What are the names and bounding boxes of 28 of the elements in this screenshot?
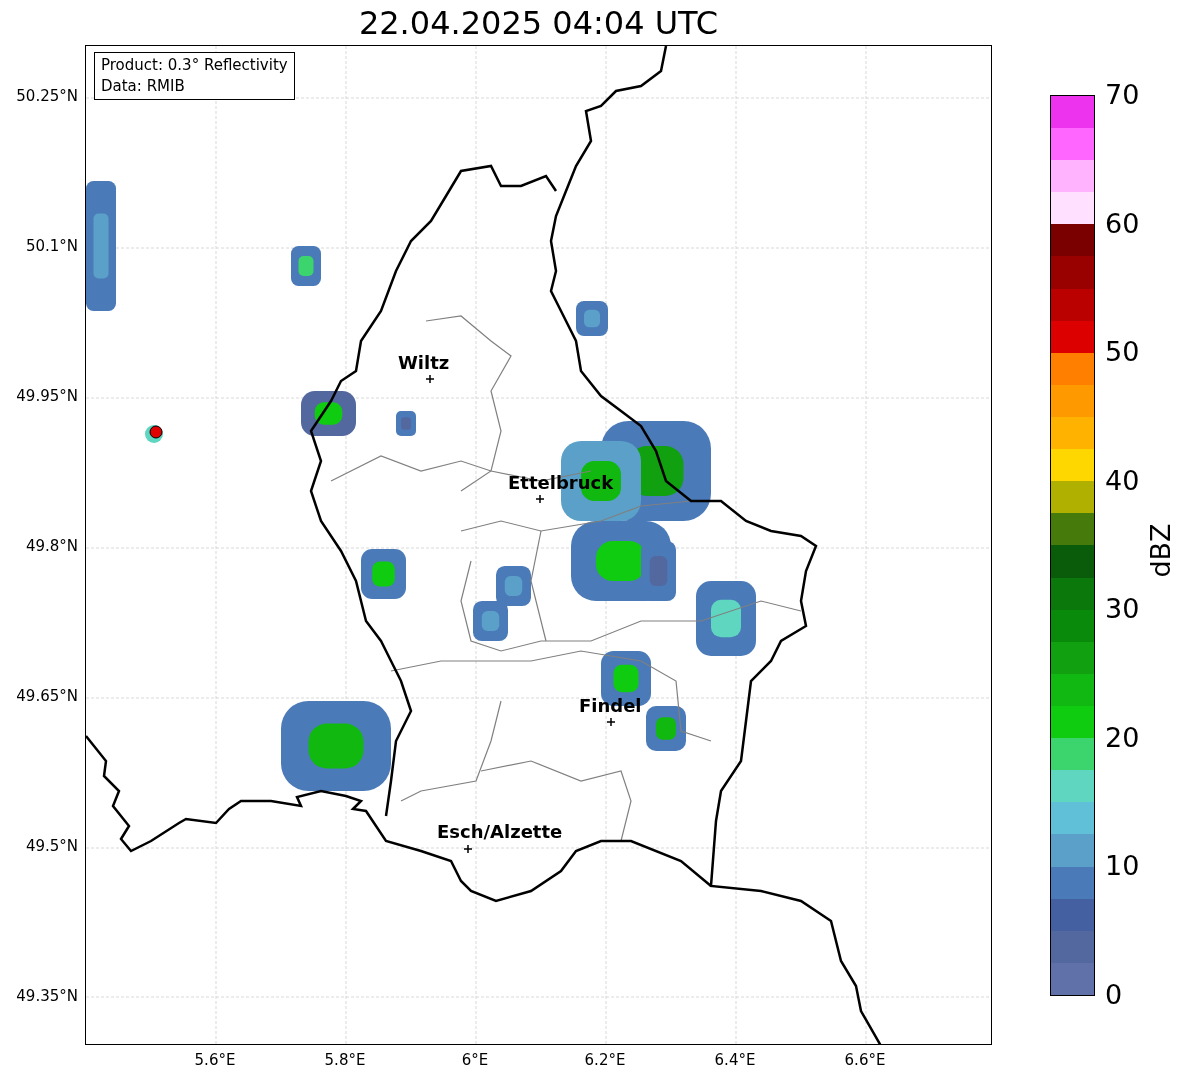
colorbar-tick-label: 60 <box>1105 209 1140 237</box>
latitude-label: 49.95°N <box>16 389 78 404</box>
latitude-label: 49.65°N <box>16 689 78 704</box>
latitude-label: 50.25°N <box>16 89 78 104</box>
longitude-label: 5.8°E <box>324 1053 366 1068</box>
info-text: Product: 0.3° Reflectivity <box>101 55 288 76</box>
colorbar-tick-label: 50 <box>1105 338 1140 366</box>
longitude-label: 6.2°E <box>584 1053 626 1068</box>
longitude-label: 6.6°E <box>844 1053 886 1068</box>
colorbar-tick-label: 10 <box>1105 852 1140 880</box>
latitude-label: 49.35°N <box>16 989 78 1004</box>
latitude-label: 49.5°N <box>25 839 78 854</box>
colorbar-tick-label: 30 <box>1105 595 1140 623</box>
place-label: Ettelbruck <box>508 474 614 492</box>
colorbar-tick-label: 70 <box>1105 81 1140 108</box>
place-label: Esch/Alzette <box>437 823 563 841</box>
colorbar-axis-label: dBZ <box>1146 522 1174 578</box>
colorbar-tick-label: 0 <box>1105 981 1123 1008</box>
longitude-label: 6.4°E <box>714 1053 756 1068</box>
longitude-label: 6°E <box>461 1053 489 1068</box>
longitude-label: 5.6°E <box>194 1053 236 1068</box>
place-label: Wiltz <box>398 354 450 372</box>
latitude-label: 50.1°N <box>25 239 78 254</box>
colorbar-tick-label: 20 <box>1105 723 1140 751</box>
chart-title: 22.04.2025 04:04 UTC <box>358 6 719 39</box>
info-text: Data: RMIB <box>101 76 186 97</box>
colorbar-tick-label: 40 <box>1105 466 1140 494</box>
latitude-label: 49.8°N <box>25 539 78 554</box>
